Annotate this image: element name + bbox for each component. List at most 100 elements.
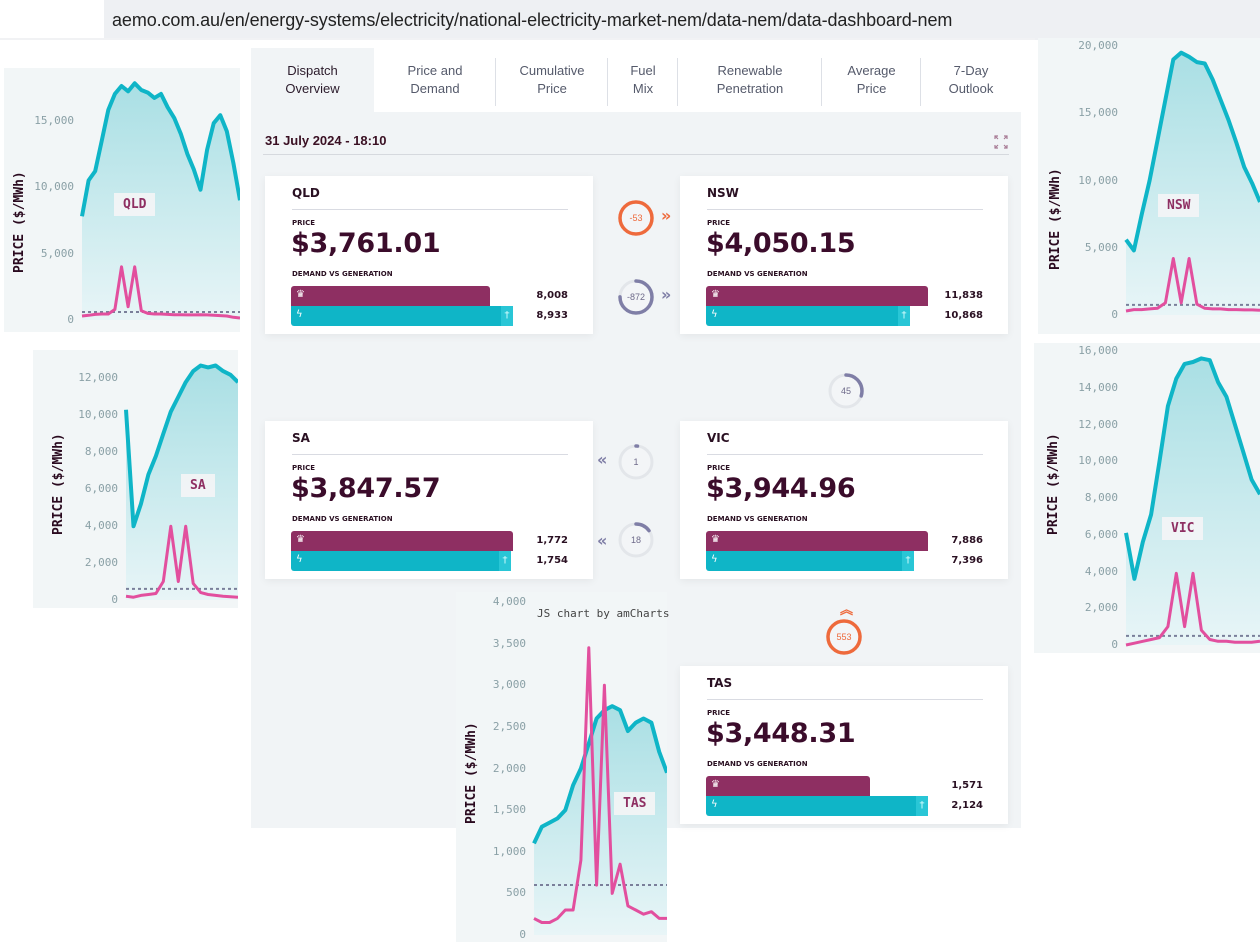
interconnector-vic-sa-2[interactable]: 18 bbox=[616, 520, 656, 560]
generation-bar[interactable]: ϟ † bbox=[291, 551, 511, 571]
interconnector-qld-nsw-2[interactable]: -872 bbox=[616, 277, 656, 317]
generation-value: 8,933 bbox=[536, 310, 568, 321]
url-text[interactable]: aemo.com.au/en/energy-systems/electricit… bbox=[112, 10, 952, 31]
generation-value: 7,396 bbox=[951, 555, 983, 566]
nsw-price-chart: 0 5,000 10,000 15,000 20,000 PRICE ($/MWh) NSW bbox=[1038, 38, 1260, 334]
generation-value: 2,124 bbox=[951, 800, 983, 811]
divider bbox=[292, 454, 568, 455]
demand-bar[interactable]: ♛ bbox=[706, 531, 928, 551]
y-tick-label: 4,000 bbox=[84, 519, 118, 533]
tab-cumulative-price[interactable]: Cumulative Price bbox=[496, 48, 608, 112]
chevron-left-icon: « bbox=[597, 531, 608, 550]
tab-label: Price and bbox=[407, 63, 463, 78]
flow-value: 1 bbox=[633, 457, 639, 467]
y-tick-label: 20,000 bbox=[1078, 39, 1118, 52]
y-tick-label: 12,000 bbox=[78, 371, 118, 385]
demand-value: 8,008 bbox=[536, 290, 568, 301]
interconnector-vic-nsw[interactable]: 45 bbox=[826, 371, 866, 411]
demand-vs-generation-label: DEMAND VS GENERATION bbox=[292, 270, 393, 278]
region-badge: TAS bbox=[614, 792, 656, 815]
region-card-sa[interactable]: SA PRICE $3,847.57 DEMAND VS GENERATION … bbox=[265, 421, 593, 579]
interconnector-qld-nsw[interactable]: -53 bbox=[616, 198, 656, 238]
lightning-icon: ϟ bbox=[296, 309, 303, 320]
demand-bar[interactable]: ♛ bbox=[706, 776, 870, 796]
y-tick-label: 14,000 bbox=[1078, 380, 1118, 394]
plug-icon: ♛ bbox=[711, 779, 720, 790]
demand-bar[interactable]: ♛ bbox=[706, 286, 928, 306]
demand-vs-generation-label: DEMAND VS GENERATION bbox=[707, 270, 808, 278]
tab-fuel-mix[interactable]: Fuel Mix bbox=[608, 48, 678, 112]
region-name: QLD bbox=[292, 186, 320, 200]
divider bbox=[707, 209, 983, 210]
divider bbox=[0, 38, 1035, 40]
y-tick-label: 0 bbox=[519, 928, 526, 941]
expand-icon[interactable] bbox=[993, 134, 1009, 150]
generation-bar[interactable]: ϟ † bbox=[291, 306, 513, 326]
lightning-icon: ϟ bbox=[711, 554, 718, 565]
plug-icon: ♛ bbox=[711, 289, 720, 300]
demand-value: 11,838 bbox=[944, 290, 983, 301]
region-card-tas[interactable]: TAS PRICE $3,448.31 DEMAND VS GENERATION… bbox=[680, 666, 1008, 824]
vic-price-chart: 0 2,000 4,000 6,000 8,000 10,000 12,000 14,000 1… bbox=[1034, 343, 1260, 653]
region-name: TAS bbox=[707, 676, 733, 690]
y-tick-label: 0 bbox=[1111, 638, 1118, 651]
y-tick-label: 2,000 bbox=[84, 556, 118, 570]
demand-bar[interactable]: ♛ bbox=[291, 531, 513, 551]
region-badge: SA bbox=[181, 474, 215, 497]
demand-value: 1,772 bbox=[536, 535, 568, 546]
interconnector-tas-vic[interactable]: 553 bbox=[824, 617, 864, 657]
generation-bar[interactable]: ϟ † bbox=[706, 796, 928, 816]
demand-area bbox=[1126, 358, 1260, 645]
region-price: $3,944.96 bbox=[706, 473, 856, 504]
address-bar[interactable]: aemo.com.au/en/energy-systems/electricit… bbox=[104, 0, 1260, 40]
generation-bar[interactable]: ϟ † bbox=[706, 551, 914, 571]
lightning-icon: ϟ bbox=[296, 554, 303, 565]
tab-renewable-penetration[interactable]: Renewable Penetration bbox=[678, 48, 822, 112]
tab-average-price[interactable]: Average Price bbox=[822, 48, 921, 112]
y-tick-label: 3,500 bbox=[492, 636, 526, 650]
flow-value: 45 bbox=[840, 386, 851, 396]
interconnector-vic-sa[interactable]: 1 bbox=[616, 442, 656, 482]
divider bbox=[707, 699, 983, 700]
tab-7-day-outlook[interactable]: 7-Day Outlook bbox=[921, 48, 1021, 112]
region-card-qld[interactable]: QLD PRICE $3,761.01 DEMAND VS GENERATION… bbox=[265, 176, 593, 334]
region-card-vic[interactable]: VIC PRICE $3,944.96 DEMAND VS GENERATION… bbox=[680, 421, 1008, 579]
region-name: NSW bbox=[707, 186, 739, 200]
region-card-nsw[interactable]: NSW PRICE $4,050.15 DEMAND VS GENERATION… bbox=[680, 176, 1008, 334]
tab-label: Demand bbox=[410, 81, 460, 96]
flow-value: 553 bbox=[836, 632, 852, 642]
plug-icon: ♛ bbox=[296, 289, 305, 300]
region-badge: NSW bbox=[1158, 194, 1200, 217]
y-tick-label: 0 bbox=[67, 313, 74, 326]
tab-price-and-demand[interactable]: Price and Demand bbox=[374, 48, 496, 112]
chevron-up-icon: ︽ bbox=[840, 603, 854, 618]
y-tick-label: 6,000 bbox=[84, 482, 118, 496]
y-tick-label: 1,000 bbox=[492, 844, 526, 858]
flow-value: -872 bbox=[626, 292, 645, 302]
demand-bar[interactable]: ♛ bbox=[291, 286, 490, 306]
generation-bar[interactable]: ϟ † bbox=[706, 306, 910, 326]
demand-vs-generation-label: DEMAND VS GENERATION bbox=[292, 515, 393, 523]
region-price: $3,761.01 bbox=[291, 228, 441, 259]
y-tick-label: 15,000 bbox=[1078, 106, 1118, 120]
plug-icon: ♛ bbox=[711, 534, 720, 545]
y-axis-label: PRICE ($/MWh) bbox=[1048, 168, 1063, 270]
tab-dispatch-overview[interactable]: Dispatch Overview bbox=[251, 48, 374, 112]
generation-value: 10,868 bbox=[944, 310, 983, 321]
y-axis-label: PRICE ($/MWh) bbox=[12, 171, 27, 273]
region-name: SA bbox=[292, 431, 310, 445]
flow-value: -53 bbox=[629, 213, 643, 223]
chevron-right-icon: » bbox=[661, 285, 672, 304]
tab-label: Outlook bbox=[948, 81, 994, 96]
demand-vs-generation-label: DEMAND VS GENERATION bbox=[707, 515, 808, 523]
y-axis-label: PRICE ($/MWh) bbox=[51, 433, 66, 535]
tab-label: Mix bbox=[632, 81, 654, 96]
amcharts-credit[interactable]: JS chart by amCharts bbox=[537, 607, 669, 620]
wind-turbine-icon: † bbox=[902, 551, 914, 571]
lightning-icon: ϟ bbox=[711, 799, 718, 810]
region-price: $3,448.31 bbox=[706, 718, 856, 749]
demand-value: 1,571 bbox=[951, 780, 983, 791]
sa-price-chart: 0 2,000 4,000 6,000 8,000 10,000 12,000 PRICE (… bbox=[33, 350, 238, 608]
divider bbox=[707, 454, 983, 455]
wind-turbine-icon: † bbox=[501, 306, 513, 326]
